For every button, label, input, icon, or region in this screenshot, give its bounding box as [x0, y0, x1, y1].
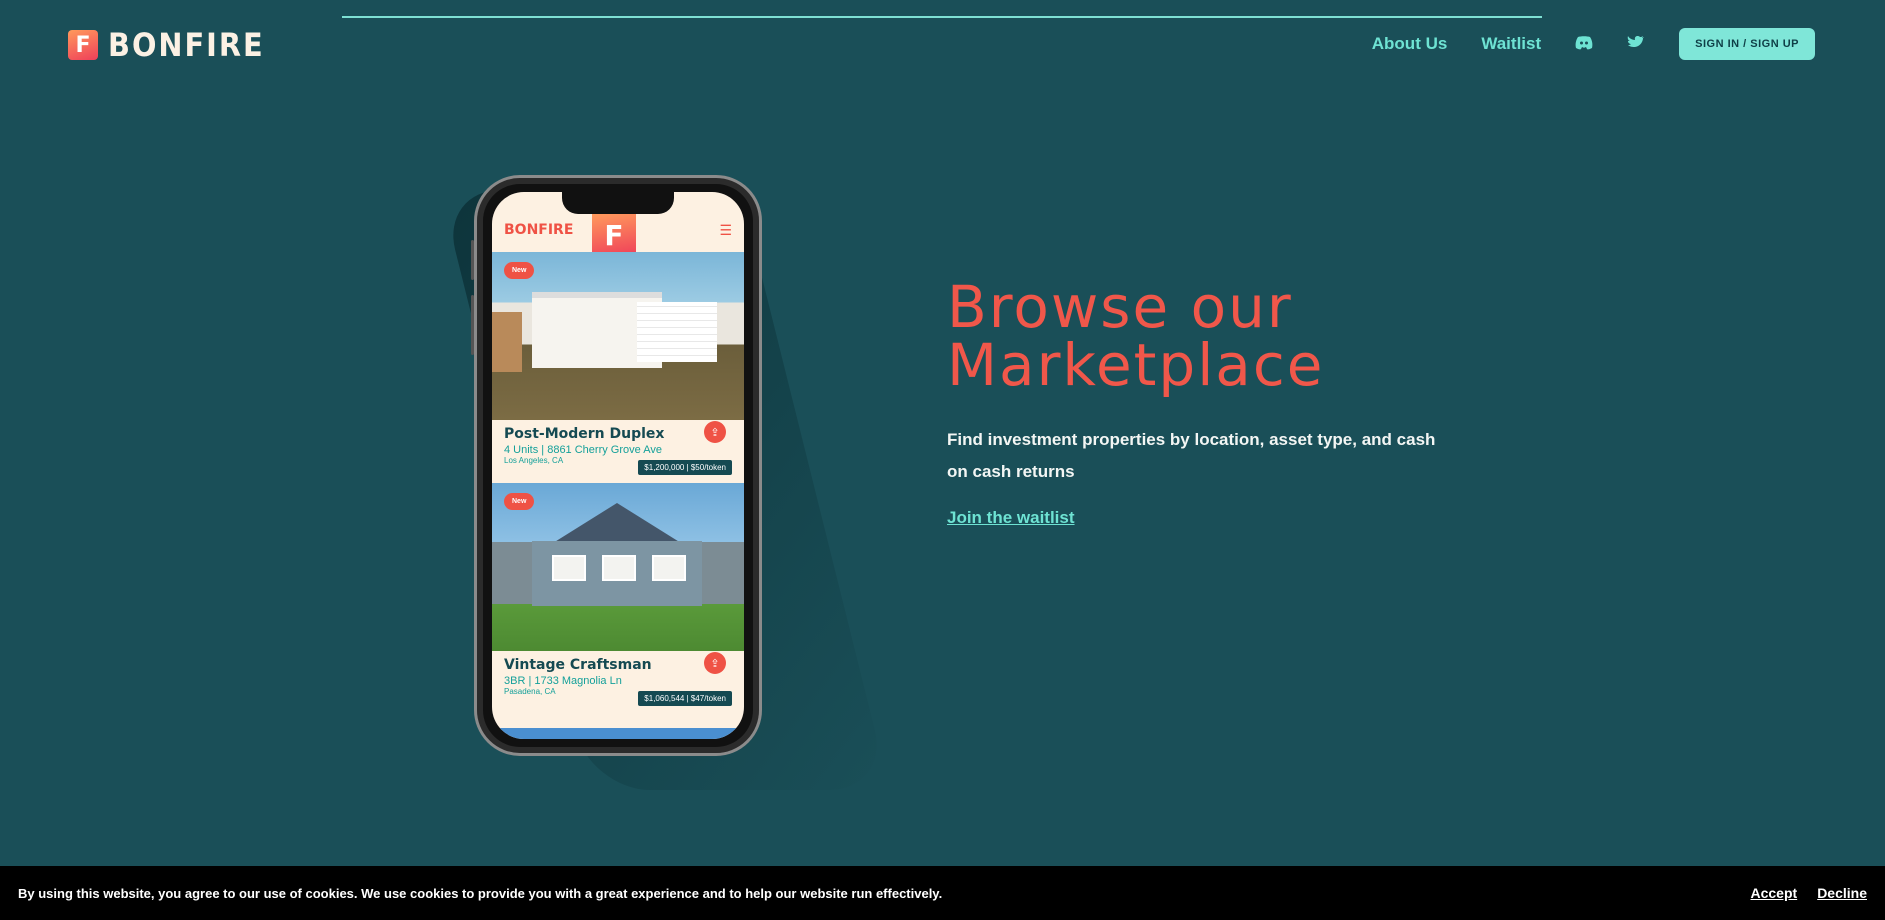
new-badge: New [504, 493, 535, 510]
photo-fence [492, 312, 522, 372]
share-icon: ⇪ [704, 421, 726, 443]
photo-window [652, 555, 686, 581]
menu-icon: ☰ [719, 222, 732, 238]
listing-card: New Vintage Craftsman 3BR | 1733 Magnoli… [492, 483, 744, 713]
new-badge: New [504, 262, 535, 279]
hero-title-line2: Marketplace [947, 331, 1325, 399]
phone-mockup: BONFIRE F ☰ New Post-Modern Duplex 4 Uni… [474, 175, 762, 756]
property-photo: New [492, 483, 744, 651]
discord-icon[interactable] [1575, 34, 1593, 55]
join-waitlist-link[interactable]: Join the waitlist [947, 508, 1075, 528]
property-photo [492, 728, 744, 739]
cookie-text: By using this website, you agree to our … [18, 885, 943, 901]
phone-notch [562, 192, 674, 214]
listing-info: Post-Modern Duplex 4 Units | 8861 Cherry… [504, 421, 732, 475]
listing-price: $1,200,000 | $50/token [638, 460, 732, 475]
sign-in-button[interactable]: SIGN IN / SIGN UP [1679, 28, 1815, 60]
hero-title: Browse our Marketplace [947, 278, 1324, 394]
listing-subtitle: 4 Units | 8861 Cherry Grove Ave [504, 444, 662, 456]
cookie-actions: Accept Decline [1751, 885, 1868, 901]
share-icon: ⇪ [704, 652, 726, 674]
photo-roof [553, 503, 681, 543]
twitter-icon[interactable] [1627, 34, 1645, 55]
listing-subtitle: 3BR | 1733 Magnolia Ln [504, 675, 622, 687]
main-nav: About Us Waitlist SIGN IN / SIGN UP [1372, 28, 1815, 60]
cookie-banner: By using this website, you agree to our … [0, 866, 1885, 920]
hero-subtitle: Find investment properties by location, … [947, 430, 1436, 481]
photo-window [552, 555, 586, 581]
listing-title: Post-Modern Duplex [504, 426, 665, 442]
listing-card: New Post-Modern Duplex 4 Units | 8861 Ch… [492, 252, 744, 482]
header-divider [342, 16, 1542, 18]
nav-about-us[interactable]: About Us [1372, 34, 1448, 54]
listing-title: Vintage Craftsman [504, 657, 652, 673]
app-brand: BONFIRE [504, 222, 574, 238]
property-photo: New [492, 252, 744, 420]
accept-cookies-button[interactable]: Accept [1751, 885, 1798, 901]
nav-waitlist[interactable]: Waitlist [1481, 34, 1541, 54]
app-logo-icon: F [592, 214, 636, 256]
listing-price: $1,060,544 | $47/token [638, 691, 732, 706]
decline-cookies-button[interactable]: Decline [1817, 885, 1867, 901]
logo-text: BONFIRE [108, 26, 265, 64]
site-logo[interactable]: F BONFIRE [68, 26, 265, 64]
logo-mark-icon: F [68, 30, 98, 60]
photo-garage [637, 302, 717, 362]
photo-window [602, 555, 636, 581]
listing-info: Vintage Craftsman 3BR | 1733 Magnolia Ln… [504, 652, 732, 706]
phone-screen: BONFIRE F ☰ New Post-Modern Duplex 4 Uni… [492, 192, 744, 739]
